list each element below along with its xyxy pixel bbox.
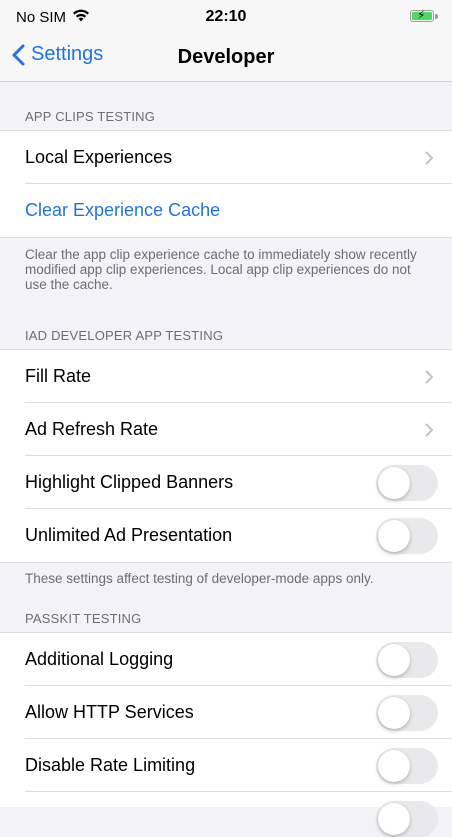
- row-label: Highlight Clipped Banners: [25, 472, 234, 492]
- toggle-knob: [378, 467, 410, 499]
- chevron-right-icon: [425, 423, 434, 442]
- row-fill-rate[interactable]: Fill Rate: [0, 350, 452, 403]
- clear-experience-cache-button[interactable]: Clear Experience Cache: [25, 200, 220, 221]
- toggle-knob: [378, 803, 410, 835]
- allow-http-services-toggle[interactable]: [376, 695, 438, 731]
- row-ad-refresh-rate[interactable]: Ad Refresh Rate: [0, 403, 452, 456]
- section-header-app-clips: APP CLIPS TESTING: [25, 109, 156, 124]
- section-footer-app-clips: Clear the app clip experience cache to i…: [25, 247, 417, 292]
- partial-toggle[interactable]: [376, 801, 438, 837]
- highlight-clipped-banners-toggle[interactable]: [376, 465, 438, 501]
- row-partially-visible: [0, 792, 452, 837]
- navigation-bar: Settings Developer: [0, 34, 452, 82]
- disable-rate-limiting-toggle[interactable]: [376, 748, 438, 784]
- section-header-iad: IAD DEVELOPER APP TESTING: [25, 328, 224, 343]
- row-label: Disable Rate Limiting: [25, 755, 196, 775]
- battery-icon: ⚡: [410, 8, 434, 22]
- unlimited-ad-presentation-toggle[interactable]: [376, 518, 438, 554]
- toggle-knob: [378, 520, 410, 552]
- row-label: Unlimited Ad Presentation: [25, 525, 233, 545]
- row-label: Fill Rate: [25, 366, 92, 386]
- chevron-right-icon: [425, 370, 434, 389]
- row-label: Ad Refresh Rate: [25, 419, 159, 439]
- section-header-passkit: PASSKIT TESTING: [25, 611, 142, 626]
- toggle-knob: [378, 697, 410, 729]
- section-footer-iad: These settings affect testing of develop…: [25, 571, 374, 586]
- chevron-right-icon: [425, 151, 434, 170]
- page-title: Developer: [177, 46, 275, 68]
- battery-cap: [435, 14, 438, 19]
- group-divider: [0, 237, 452, 238]
- row-disable-rate-limiting: Disable Rate Limiting: [0, 739, 452, 792]
- row-unlimited-ad-presentation: Unlimited Ad Presentation: [0, 509, 452, 562]
- status-time: 22:10: [205, 8, 247, 25]
- row-clear-experience-cache[interactable]: Clear Experience Cache: [0, 184, 452, 237]
- toggle-knob: [378, 644, 410, 676]
- group-divider: [0, 562, 452, 563]
- row-label: Local Experiences: [25, 147, 173, 167]
- row-allow-http-services: Allow HTTP Services: [0, 686, 452, 739]
- row-additional-logging: Additional Logging: [0, 633, 452, 686]
- status-bar: No SIM 22:10 ⚡: [0, 0, 452, 34]
- row-local-experiences[interactable]: Local Experiences: [0, 131, 452, 184]
- row-highlight-clipped-banners: Highlight Clipped Banners: [0, 456, 452, 509]
- charging-bolt-icon: ⚡: [417, 8, 426, 22]
- toggle-knob: [378, 750, 410, 782]
- row-label: Additional Logging: [25, 649, 174, 669]
- additional-logging-toggle[interactable]: [376, 642, 438, 678]
- row-label: Allow HTTP Services: [25, 702, 194, 722]
